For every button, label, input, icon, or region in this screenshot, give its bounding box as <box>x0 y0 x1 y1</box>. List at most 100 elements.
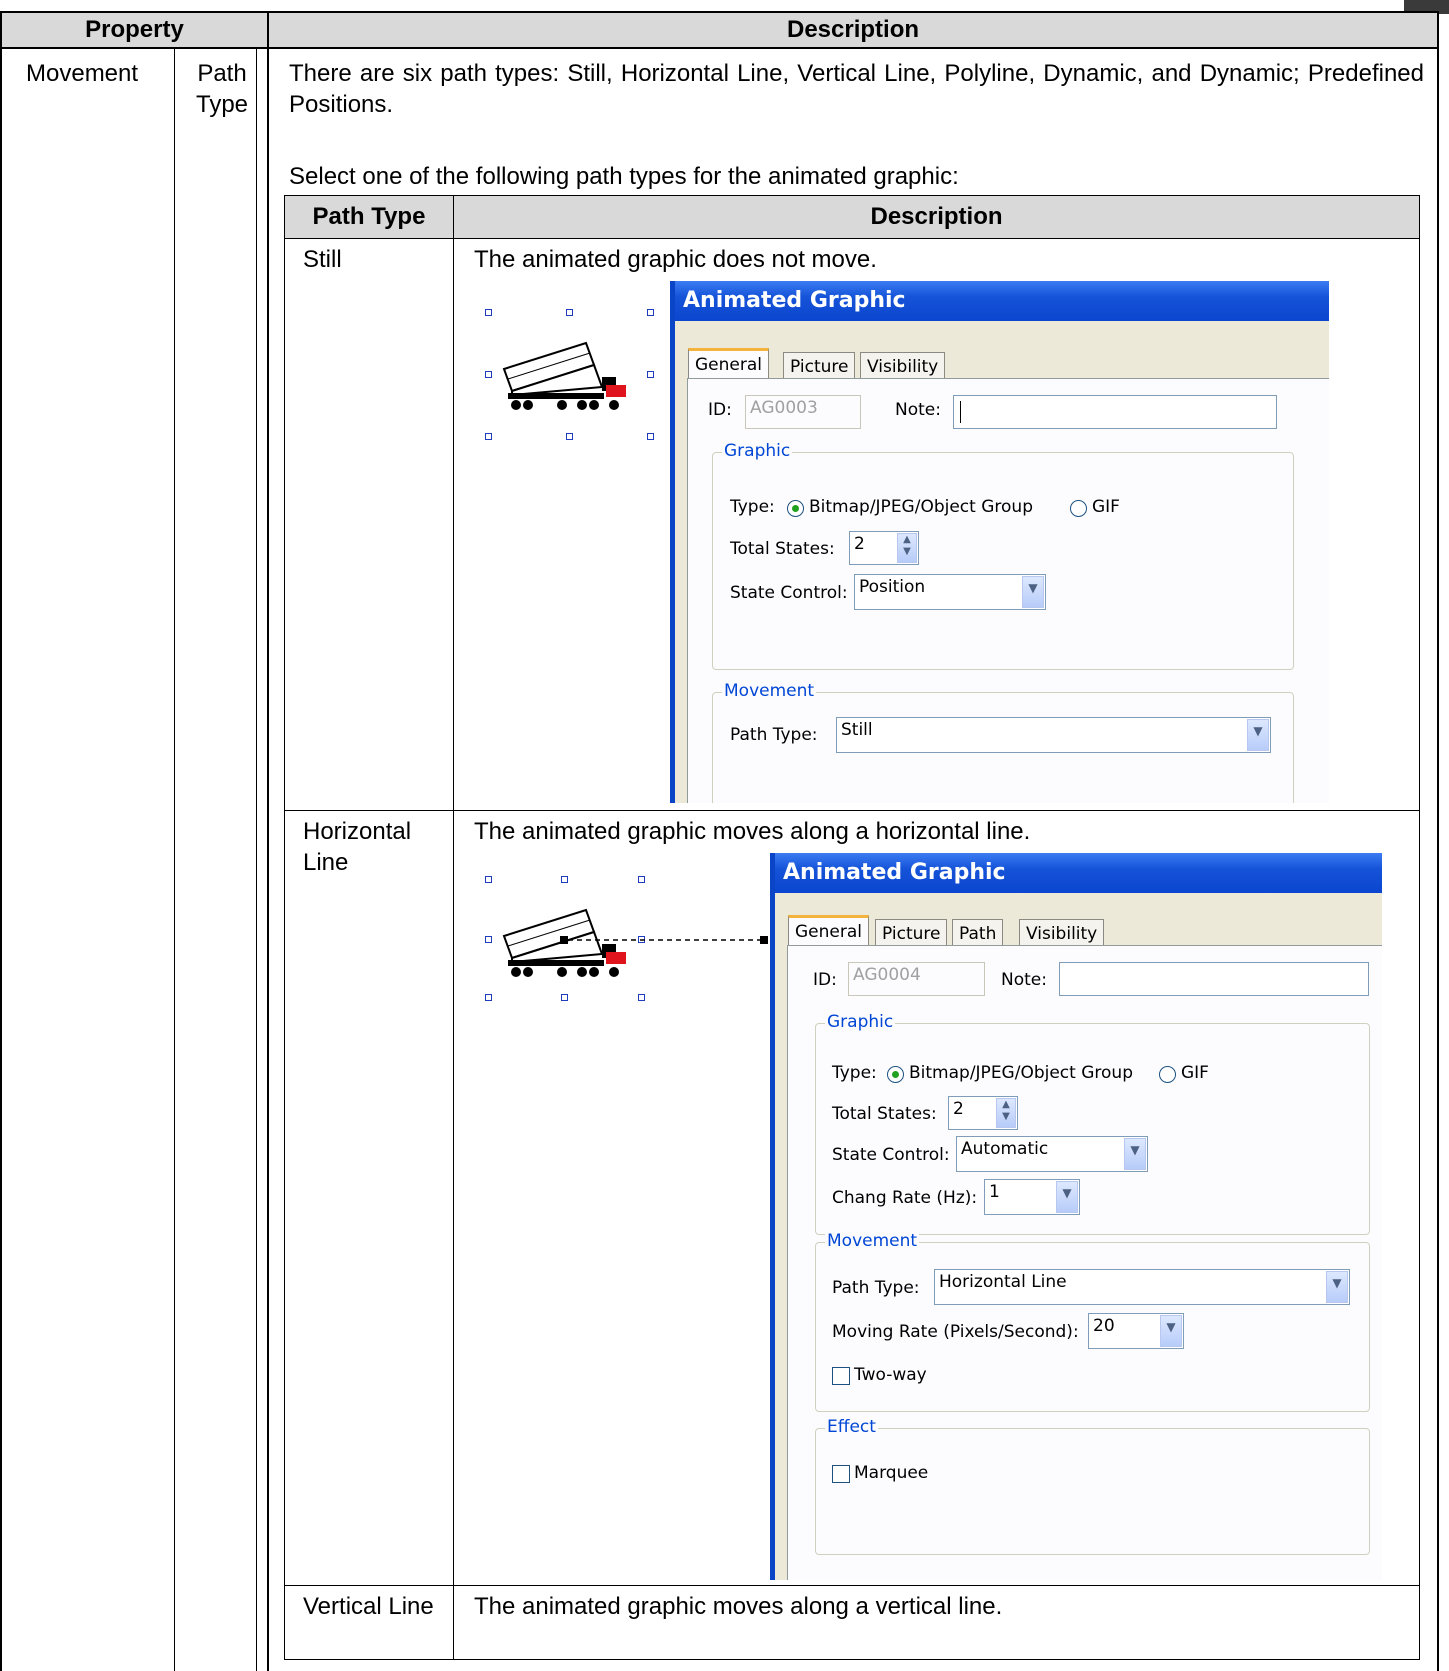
dialog-title: Animated Graphic <box>683 288 906 313</box>
selection-handle[interactable] <box>561 876 568 883</box>
note-input[interactable] <box>953 395 1277 429</box>
state-control-value: Position <box>859 577 926 597</box>
tab-visibility[interactable]: Visibility <box>860 352 946 378</box>
row-vertical-description: The animated graphic moves along a verti… <box>474 1593 1003 1620</box>
tab-general[interactable]: General <box>688 348 769 378</box>
total-states-value: 2 <box>953 1099 964 1119</box>
chevron-down-icon[interactable]: ▼ <box>1124 1138 1146 1170</box>
selection-handle[interactable] <box>485 994 492 1001</box>
selection-handle[interactable] <box>566 309 573 316</box>
radio-bitmap-label[interactable]: Bitmap/JPEG/Object Group <box>809 497 1033 517</box>
state-control-select[interactable]: Automatic ▼ <box>956 1136 1148 1172</box>
selection-handle[interactable] <box>638 994 645 1001</box>
tab-picture[interactable]: Picture <box>875 919 948 945</box>
total-states-spinner[interactable]: 2 ▲ ▼ <box>948 1096 1018 1130</box>
two-way-checkbox[interactable] <box>832 1367 850 1385</box>
total-states-spinner[interactable]: 2 ▲ ▼ <box>849 531 919 565</box>
chevron-down-icon[interactable]: ▼ <box>1056 1181 1078 1213</box>
dialog-left-border <box>770 853 775 1580</box>
row-horizontal-description: The animated graphic moves along a horiz… <box>474 818 1031 845</box>
table-border-right <box>1437 11 1439 1671</box>
selection-handle[interactable] <box>638 876 645 883</box>
radio-bitmap-label[interactable]: Bitmap/JPEG/Object Group <box>909 1063 1133 1083</box>
inner-border-left <box>284 195 285 1660</box>
selection-handle[interactable] <box>485 309 492 316</box>
selection-handle[interactable] <box>485 876 492 883</box>
property-name: Movement <box>26 60 139 87</box>
intro-text: There are six path types: Still, Horizon… <box>289 60 1424 118</box>
animated-graphic-dialog-horizontal: Animated Graphic General Picture Path Vi… <box>770 853 1382 1580</box>
path-type-value: Horizontal Line <box>939 1272 1067 1292</box>
moving-rate-label: Moving Rate (Pixels/Second): <box>832 1322 1079 1342</box>
radio-gif[interactable] <box>1070 500 1087 517</box>
selection-handle[interactable] <box>647 433 654 440</box>
selection-handle[interactable] <box>647 309 654 316</box>
inner-header-path-type: Path Type <box>312 203 426 230</box>
selection-handle[interactable] <box>485 371 492 378</box>
spinner-arrows-icon[interactable]: ▲ ▼ <box>897 533 917 563</box>
change-rate-label: Chang Rate (Hz): <box>832 1188 978 1208</box>
moving-rate-value: 20 <box>1093 1316 1115 1336</box>
selection-handle[interactable] <box>647 371 654 378</box>
header-description: Description <box>786 16 920 43</box>
inner-border-bottom <box>284 1659 1420 1660</box>
inner-header-bottom <box>284 238 1420 239</box>
path-type-select[interactable]: Horizontal Line ▼ <box>934 1269 1350 1305</box>
general-tab-panel: ID: AG0004 Note: Graphic Type: Bitmap/JP… <box>787 945 1382 1580</box>
radio-gif[interactable] <box>1159 1066 1176 1083</box>
dialog-left-border <box>670 281 675 803</box>
state-control-select[interactable]: Position ▼ <box>854 574 1046 610</box>
chevron-down-icon[interactable]: ▼ <box>1247 719 1269 751</box>
dialog-titlebar[interactable]: Animated Graphic <box>670 281 1329 321</box>
change-rate-value: 1 <box>989 1182 1000 1202</box>
chevron-down-icon[interactable]: ▼ <box>1326 1271 1348 1303</box>
movement-group-title: Movement <box>825 1231 920 1251</box>
path-type-select[interactable]: Still ▼ <box>836 717 1271 753</box>
dialog-titlebar[interactable]: Animated Graphic <box>770 853 1382 893</box>
selection-handle[interactable] <box>485 936 492 943</box>
change-rate-select[interactable]: 1 ▼ <box>984 1179 1080 1215</box>
graphic-group <box>712 452 1294 670</box>
radio-gif-label[interactable]: GIF <box>1092 497 1120 517</box>
state-control-label: State Control: <box>730 583 848 603</box>
moving-rate-select[interactable]: 20 ▼ <box>1088 1313 1184 1349</box>
note-label: Note: <box>895 400 941 420</box>
tab-general[interactable]: General <box>788 915 869 945</box>
tab-picture[interactable]: Picture <box>783 352 856 378</box>
total-states-value: 2 <box>854 534 865 554</box>
marquee-label[interactable]: Marquee <box>854 1463 928 1483</box>
radio-bitmap[interactable] <box>787 500 804 517</box>
radio-selected-dot <box>792 505 799 512</box>
id-label: ID: <box>708 400 732 420</box>
radio-bitmap[interactable] <box>887 1066 904 1083</box>
selection-handle[interactable] <box>561 994 568 1001</box>
animated-graphic-dialog-still: Animated Graphic General Picture Visibil… <box>670 281 1329 803</box>
two-way-label[interactable]: Two-way <box>854 1365 927 1385</box>
subproperty-col-divider <box>174 48 175 1671</box>
path-type-label: Path Type: <box>832 1278 920 1298</box>
tab-visibility[interactable]: Visibility <box>1019 919 1105 945</box>
marquee-checkbox[interactable] <box>832 1465 850 1483</box>
note-label: Note: <box>1001 970 1047 990</box>
still-graphic-selection[interactable] <box>480 305 660 445</box>
inner-row1-bottom <box>284 810 1420 811</box>
movement-group-title: Movement <box>722 681 817 701</box>
dump-truck-icon <box>502 341 626 410</box>
tab-path[interactable]: Path <box>952 919 1004 945</box>
inner-header-description: Description <box>870 203 1003 230</box>
radio-gif-label[interactable]: GIF <box>1181 1063 1209 1083</box>
chevron-down-icon[interactable]: ▼ <box>1022 576 1044 608</box>
sub-property-name: Path Type <box>195 60 249 118</box>
row-still-description: The animated graphic does not move. <box>474 246 877 273</box>
inner-border-right <box>1419 195 1420 1660</box>
selection-handle[interactable] <box>485 433 492 440</box>
spinner-arrows-icon[interactable]: ▲ ▼ <box>996 1098 1016 1128</box>
id-field: AG0003 <box>745 395 861 429</box>
note-input[interactable] <box>1059 962 1369 996</box>
effect-group-title: Effect <box>825 1417 878 1437</box>
horizontal-graphic-selection[interactable] <box>480 872 770 1002</box>
chevron-down-icon[interactable]: ▼ <box>1160 1315 1182 1347</box>
row-still-type: Still <box>303 246 342 273</box>
selection-handle[interactable] <box>566 433 573 440</box>
general-tab-panel: ID: AG0003 Note: Graphic Type: Bitmap/JP… <box>687 378 1329 803</box>
